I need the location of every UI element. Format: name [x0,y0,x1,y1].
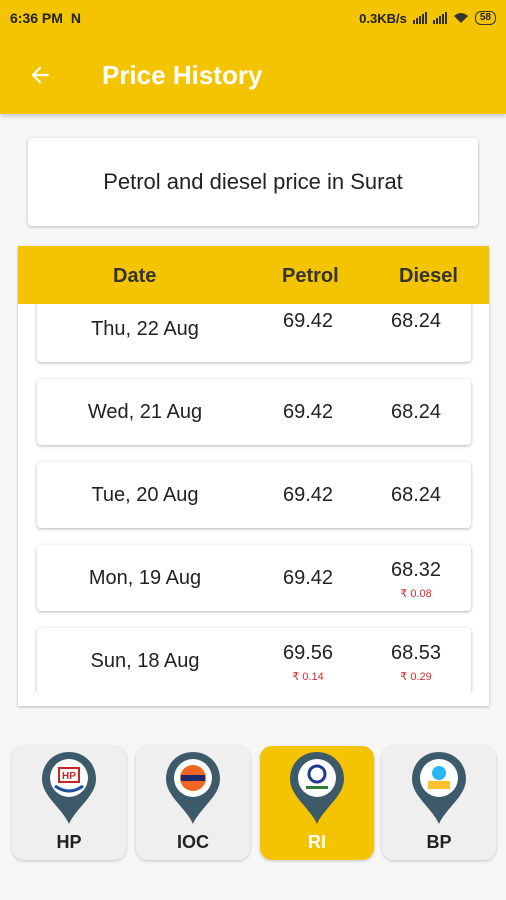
row-diesel-change: ₹ 0.29 [400,671,432,683]
back-button[interactable] [0,36,80,114]
row-date: Tue, 20 Aug [91,484,199,506]
row-date: Thu, 22 Aug [91,318,199,340]
row-diesel-price: 68.32 [390,559,442,581]
row-diesel-change: ₹ 0.08 [400,588,432,600]
company-bp-button[interactable]: BP [382,746,496,860]
table-row: Wed, 21 Aug 69.42 68.24 [37,379,471,445]
price-rows[interactable]: Thu, 22 Aug 69.42 68.24 Wed, 21 Aug 69.4… [18,304,489,692]
company-hp-button[interactable]: HP HP [12,746,126,860]
city-card-text: Petrol and diesel price in Surat [103,169,403,194]
company-label: IOC [176,832,209,852]
row-petrol-price: 69.42 [282,567,334,589]
reliance-logo-pin-icon [290,752,344,824]
company-label: HP [56,832,82,852]
row-petrol-price: 69.56 [282,642,334,664]
table-row: Sun, 18 Aug 69.56 ₹ 0.14 68.53 ₹ 0.29 [37,628,471,692]
table-row: Thu, 22 Aug 69.42 68.24 [37,304,471,362]
company-ri-button[interactable]: RI [260,746,374,860]
row-date: Mon, 19 Aug [88,567,202,589]
row-petrol-change: ₹ 0.14 [292,671,324,683]
row-diesel-price: 68.24 [390,310,442,332]
notification-n-icon: N [70,10,82,26]
column-header-diesel: Diesel [399,265,458,287]
company-label: BP [426,832,452,852]
volte-signal-icon [432,12,447,24]
company-ioc-button[interactable]: IOC [136,746,250,860]
table-row: Mon, 19 Aug 69.42 68.32 ₹ 0.08 [37,545,471,611]
column-header-petrol: Petrol [282,265,339,287]
row-petrol-price: 69.42 [282,310,334,332]
app-bar: Price History [0,36,506,114]
row-diesel-price: 68.24 [390,484,442,506]
status-bar: 6:36 PM N 0.3KB/s 58 [0,0,506,36]
city-card: Petrol and diesel price in Surat [28,138,478,226]
row-petrol-price: 69.42 [282,484,334,506]
arrow-back-icon [31,66,49,84]
signal-icon [412,12,427,24]
company-selector: HP HP IOC RI BP [0,746,506,862]
network-speed: 0.3KB/s [359,10,407,26]
svg-text:HP: HP [62,771,76,782]
table-header: Date Petrol Diesel [18,246,489,304]
hp-logo-pin-icon: HP [42,752,96,824]
row-date: Sun, 18 Aug [90,650,200,672]
row-date: Wed, 21 Aug [87,401,203,423]
status-time: 6:36 PM [10,10,63,26]
bp-logo-pin-icon [412,752,466,824]
ioc-logo-pin-icon [166,752,220,824]
company-label: RI [308,832,326,852]
row-petrol-price: 69.42 [282,401,334,423]
row-diesel-price: 68.53 [390,642,442,664]
table-row: Tue, 20 Aug 69.42 68.24 [37,462,471,528]
price-history-table: Date Petrol Diesel Thu, 22 Aug 69.42 68.… [18,246,489,706]
battery-icon: 58 [474,11,496,25]
column-header-date: Date [113,265,157,287]
page-title: Price History [102,59,263,90]
row-diesel-price: 68.24 [390,401,442,423]
wifi-icon [453,13,468,23]
